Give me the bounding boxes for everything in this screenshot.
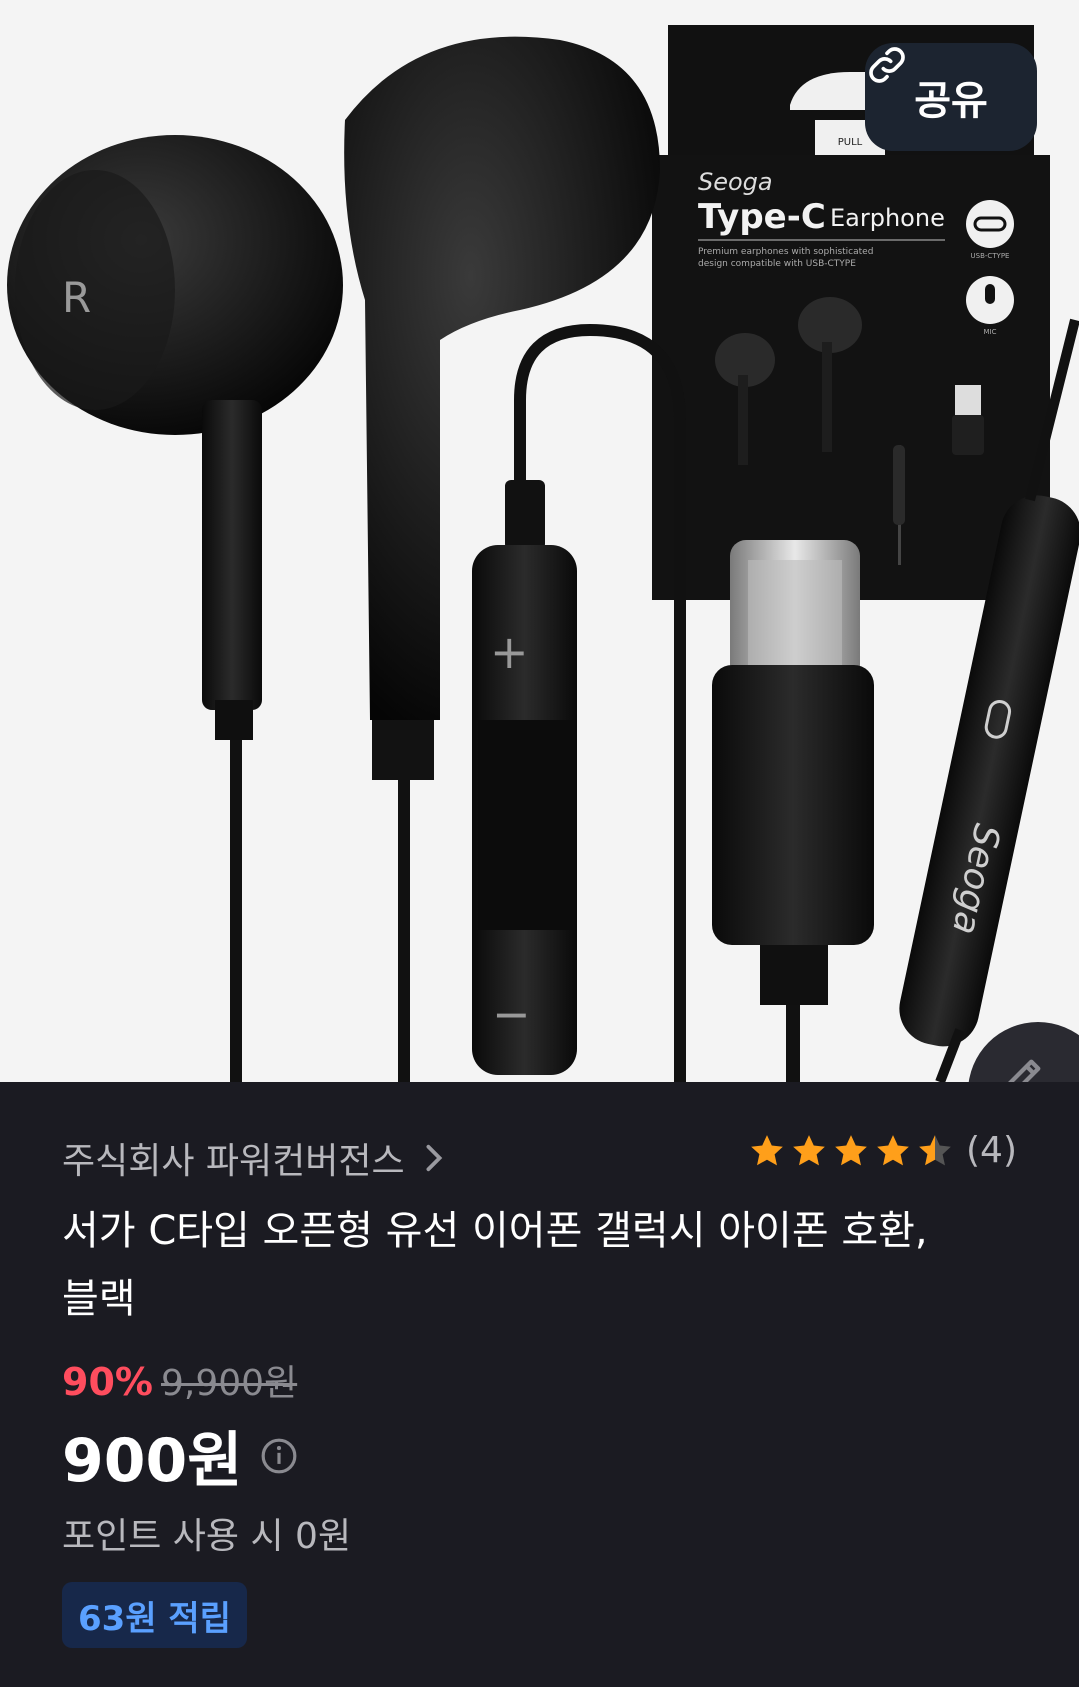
star-icon-full — [793, 1134, 825, 1165]
reward-text: 63원 적립 — [78, 1598, 231, 1639]
star-icon-full — [835, 1134, 867, 1165]
star-rating — [748, 1132, 954, 1170]
seller-link[interactable]: 주식회사 파워컨버전스 — [62, 1132, 445, 1184]
svg-text:+: + — [490, 625, 529, 679]
product-info-panel: 주식회사 파워컨버전스 (4) 서가 C타입 오픈형 유선 이어폰 갤럭시 아이… — [0, 1082, 1079, 1687]
rating[interactable]: (4) — [748, 1130, 1017, 1171]
price-row: 900원 — [62, 1412, 298, 1499]
share-label: 공유 — [914, 78, 988, 124]
share-button[interactable]: 공유 — [865, 43, 1037, 151]
svg-text:Earphone: Earphone — [830, 204, 945, 232]
product-image[interactable]: PULL Seoga Type-C Earphone Premium earph… — [0, 0, 1079, 1082]
svg-text:USB-CTYPE: USB-CTYPE — [971, 252, 1010, 260]
svg-text:Type-C: Type-C — [698, 197, 826, 237]
svg-text:Seoga: Seoga — [698, 168, 773, 196]
svg-text:−: − — [492, 987, 531, 1041]
svg-text:MIC: MIC — [984, 328, 997, 336]
svg-text:Premium earphones with sophist: Premium earphones with sophisticated — [698, 247, 873, 257]
discount-rate: 90% — [62, 1360, 153, 1404]
svg-text:R: R — [62, 273, 91, 322]
product-photo-illustration: PULL Seoga Type-C Earphone Premium earph… — [7, 25, 1079, 1082]
discount-row: 90% 9,900원 — [62, 1354, 297, 1406]
star-icon-full — [877, 1134, 909, 1165]
star-icon-half — [919, 1134, 951, 1165]
product-title: 서가 C타입 오픈형 유선 이어폰 갤럭시 아이폰 호환, 블랙 — [62, 1208, 928, 1322]
svg-text:PULL: PULL — [838, 137, 863, 148]
star-icon-full — [751, 1134, 783, 1165]
info-icon[interactable] — [260, 1437, 298, 1475]
sale-price: 900원 — [62, 1426, 243, 1496]
original-price: 9,900원 — [160, 1363, 298, 1404]
link-icon — [869, 47, 905, 83]
reward-badge: 63원 적립 — [62, 1582, 247, 1648]
point-price-text: 포인트 사용 시 0원 — [62, 1516, 352, 1557]
seller-name: 주식회사 파워컨버전스 — [62, 1141, 405, 1182]
pencil-icon — [1008, 1059, 1041, 1082]
chevron-right-icon — [426, 1144, 442, 1172]
review-count: (4) — [966, 1130, 1017, 1171]
svg-text:design compatible with USB-CTY: design compatible with USB-CTYPE — [698, 259, 856, 269]
